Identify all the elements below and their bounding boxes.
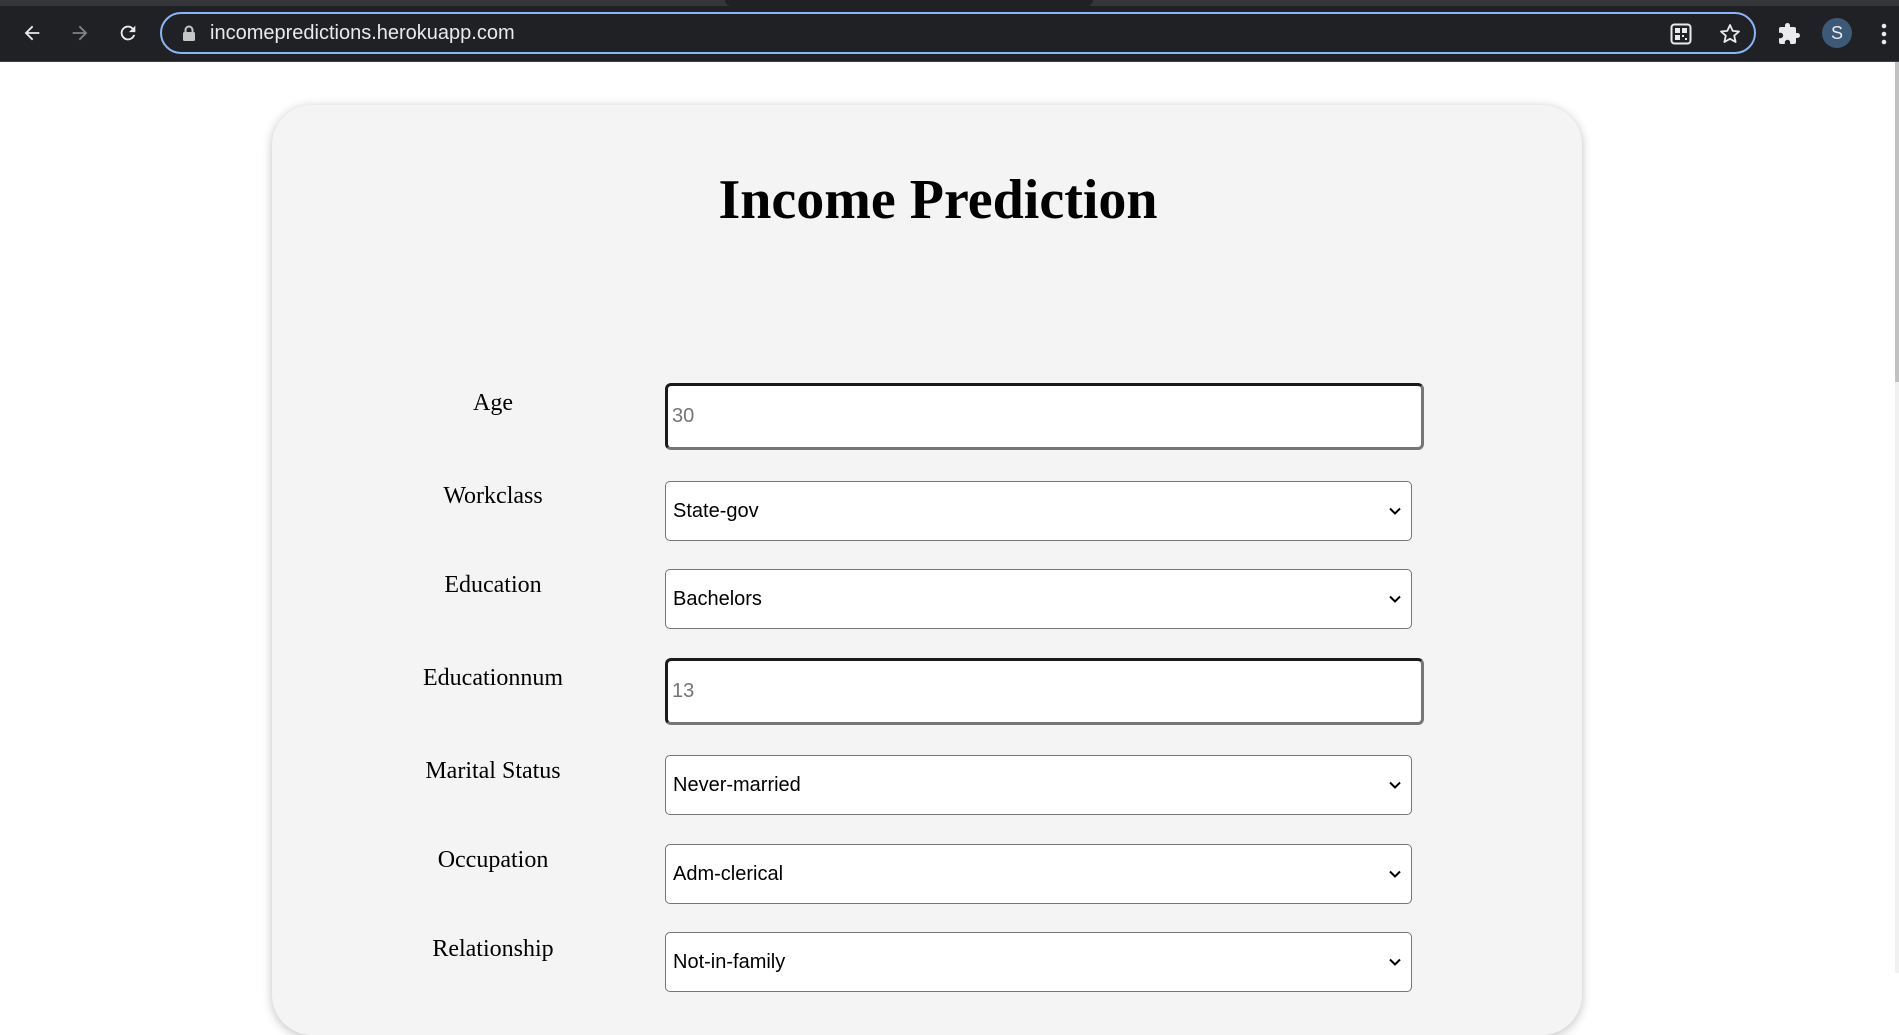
educationnum-label: Educationnum <box>423 665 563 691</box>
kebab-menu-icon <box>1881 23 1887 45</box>
bookmark-button[interactable] <box>1716 20 1744 48</box>
education-select[interactable]: Bachelors <box>665 569 1412 629</box>
educationnum-input[interactable]: 13 <box>665 658 1424 725</box>
workclass-value: State-gov <box>673 499 759 522</box>
relationship-value: Not-in-family <box>673 950 786 973</box>
browser-menu-button[interactable] <box>1874 20 1894 48</box>
occupation-select[interactable]: Adm-clerical <box>665 844 1412 904</box>
marital-status-select[interactable]: Never-married <box>665 755 1412 815</box>
page-scrollbar-thumb[interactable] <box>1895 62 1899 382</box>
profile-avatar[interactable]: S <box>1822 18 1852 48</box>
forward-button[interactable] <box>63 16 97 50</box>
chevron-down-icon <box>1389 595 1401 603</box>
relationship-select[interactable]: Not-in-family <box>665 932 1412 992</box>
age-input[interactable]: 30 <box>665 383 1424 450</box>
forward-arrow-icon <box>72 25 88 41</box>
qr-code-icon <box>1670 23 1692 45</box>
marital-status-value: Never-married <box>673 773 801 796</box>
qr-code-button[interactable] <box>1667 20 1695 48</box>
back-arrow-icon <box>24 25 40 41</box>
workclass-label: Workclass <box>443 483 543 509</box>
relationship-label: Relationship <box>432 936 554 962</box>
browser-toolbar: incomepredictions.herokuapp.com S <box>0 0 1899 62</box>
address-bar[interactable]: incomepredictions.herokuapp.com <box>160 12 1756 54</box>
chevron-down-icon <box>1389 507 1401 515</box>
reload-icon <box>120 25 136 41</box>
marital-status-label: Marital Status <box>425 758 561 784</box>
workclass-select[interactable]: State-gov <box>665 481 1412 541</box>
active-tab[interactable] <box>725 0 1093 6</box>
chevron-down-icon <box>1389 870 1401 878</box>
bookmark-star-icon <box>1720 24 1740 43</box>
reload-button[interactable] <box>111 16 145 50</box>
lock-icon <box>183 25 195 41</box>
chevron-down-icon <box>1389 781 1401 789</box>
chevron-down-icon <box>1389 958 1401 966</box>
education-value: Bachelors <box>673 587 762 610</box>
age-label: Age <box>473 390 513 416</box>
extensions-button[interactable] <box>1775 20 1803 48</box>
occupation-value: Adm-clerical <box>673 862 784 885</box>
puzzle-icon <box>1779 23 1800 44</box>
back-button[interactable] <box>15 16 49 50</box>
occupation-label: Occupation <box>437 847 549 873</box>
education-label: Education <box>444 572 542 598</box>
page-title: Income Prediction <box>718 169 1158 231</box>
url-text: incomepredictions.herokuapp.com <box>210 21 515 44</box>
